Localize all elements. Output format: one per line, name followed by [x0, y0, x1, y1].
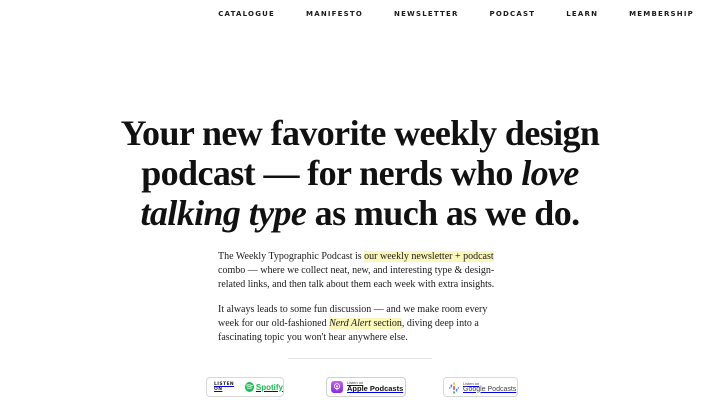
nav-manifesto[interactable]: MANIFESTO	[306, 10, 363, 18]
hero-emphasis-talking-type: talking type	[140, 193, 307, 233]
intro-paragraph-1: The Weekly Typographic Podcast is our we…	[218, 250, 508, 292]
nav-learn[interactable]: LEARN	[566, 10, 598, 18]
hero-headline: Your new favorite weekly design podcast …	[60, 113, 660, 233]
nav-newsletter[interactable]: NEWSLETTER	[394, 10, 459, 18]
divider	[288, 358, 432, 359]
apple-podcasts-badge[interactable]: Listen on Apple Podcasts	[326, 377, 406, 397]
nerd-alert-label: Nerd Alert	[329, 318, 372, 329]
apple-podcasts-name: Apple Podcasts	[347, 384, 404, 394]
hero-line-1: Your new favorite weekly design	[120, 113, 600, 153]
nav-podcast[interactable]: PODCAST	[490, 10, 536, 18]
nerd-alert-link[interactable]: Nerd Alert section	[329, 318, 402, 329]
apple-badge-text: Listen on Apple Podcasts	[347, 381, 403, 393]
spotify-icon	[244, 382, 254, 392]
intro-p1-text: The Weekly Typographic Podcast is	[218, 251, 365, 262]
intro-p1-suffix: combo — where we collect neat, new, and …	[218, 265, 495, 290]
top-navigation: CATALOGUE MANIFESTO NEWSLETTER PODCAST L…	[218, 10, 694, 18]
google-podcasts-name: Google Podcasts	[463, 385, 517, 393]
hero-emphasis-love: love	[521, 153, 579, 193]
intro-text: The Weekly Typographic Podcast is our we…	[218, 250, 508, 356]
spotify-wordmark: Spotify	[255, 382, 283, 392]
google-podcasts-badge[interactable]: Listen on Google Podcasts	[443, 377, 518, 397]
google-badge-text: Listen on Google Podcasts	[463, 381, 517, 393]
spotify-badge[interactable]: LISTEN ON Spotify	[206, 377, 284, 397]
nerd-alert-section-label: section	[371, 318, 402, 329]
google-podcasts-icon	[449, 381, 459, 394]
hero-line-2: podcast — for nerds who	[141, 153, 522, 193]
nav-membership[interactable]: MEMBERSHIP	[629, 10, 694, 18]
intro-paragraph-2: It always leads to some fun discussion —…	[218, 303, 508, 345]
nav-catalogue[interactable]: CATALOGUE	[218, 10, 275, 18]
hero-line-3: as much as we do.	[306, 193, 580, 233]
apple-podcasts-icon	[331, 381, 343, 393]
newsletter-podcast-link[interactable]: our weekly newsletter + podcast	[364, 251, 494, 262]
spotify-listen-label: LISTEN ON	[214, 382, 235, 392]
